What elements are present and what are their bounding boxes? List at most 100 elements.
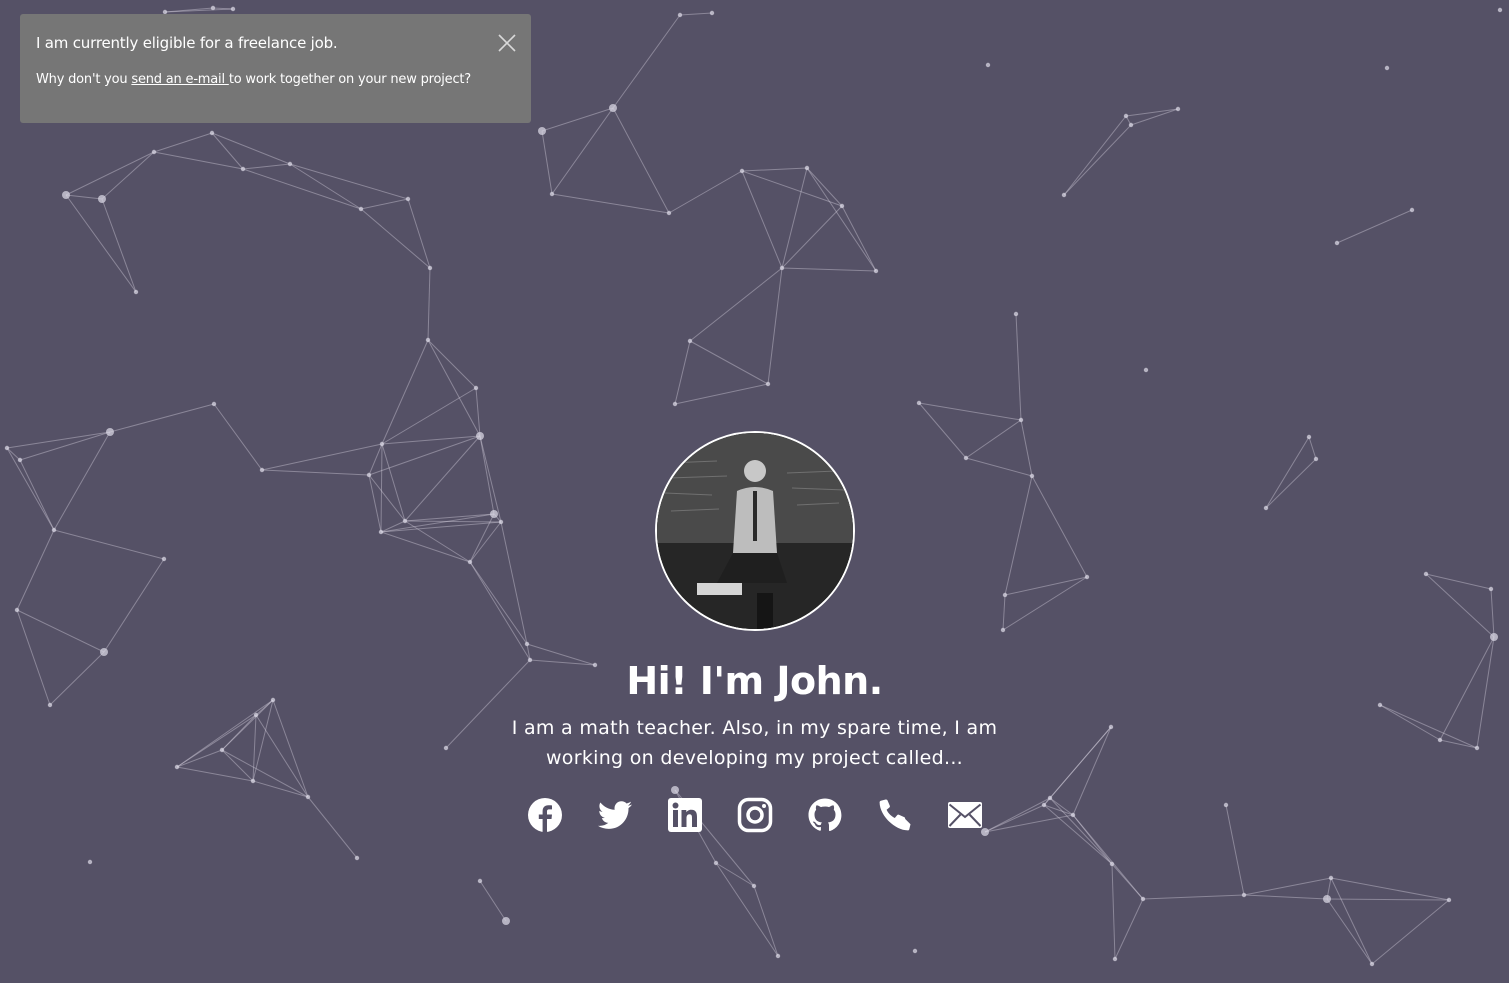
network-link — [360, 198, 409, 210]
network-node — [1369, 961, 1375, 967]
network-link — [289, 163, 409, 200]
network-link — [668, 170, 743, 214]
network-link — [1142, 894, 1245, 900]
network-node — [912, 948, 918, 954]
network-link — [753, 885, 779, 957]
close-icon[interactable] — [497, 33, 517, 53]
network-link — [65, 194, 137, 293]
network-link — [65, 151, 155, 196]
network-link — [1111, 863, 1116, 960]
network-node — [1109, 861, 1115, 867]
network-link — [741, 170, 843, 207]
hero-section: Hi! I'm John. I am a math teacher. Also,… — [0, 431, 1509, 833]
network-node — [287, 161, 293, 167]
network-node — [477, 878, 483, 884]
network-link — [289, 163, 362, 210]
network-node — [765, 381, 771, 387]
network-node — [473, 385, 479, 391]
github-link[interactable] — [807, 797, 843, 833]
email-link[interactable] — [947, 797, 983, 833]
network-node — [230, 6, 236, 12]
freelance-notice: I am currently eligible for a freelance … — [20, 14, 531, 123]
network-node — [609, 104, 617, 112]
network-node — [672, 401, 678, 407]
network-link — [153, 151, 244, 170]
social-links — [0, 797, 1509, 833]
network-node — [427, 265, 433, 271]
network-link — [1125, 108, 1179, 117]
network-node — [211, 401, 217, 407]
phone-link[interactable] — [877, 797, 913, 833]
network-link — [1371, 899, 1450, 965]
network-node — [1334, 240, 1340, 246]
network-node — [354, 855, 360, 861]
network-link — [767, 267, 783, 385]
linkedin-link[interactable] — [667, 797, 703, 833]
network-node — [405, 196, 411, 202]
network-node — [538, 127, 546, 135]
phone-icon — [879, 799, 910, 831]
network-link — [212, 7, 234, 10]
network-node — [1409, 207, 1415, 213]
network-node — [916, 400, 922, 406]
network-node — [739, 168, 745, 174]
network-link — [427, 339, 481, 437]
network-node — [210, 5, 216, 11]
network-node — [1013, 311, 1019, 317]
network-node — [133, 289, 139, 295]
network-link — [741, 167, 808, 172]
network-node — [502, 917, 510, 925]
network-link — [1330, 877, 1450, 901]
network-link — [1243, 894, 1328, 900]
network-link — [1336, 209, 1413, 244]
send-email-link[interactable]: send an e-mail — [131, 72, 228, 87]
network-link — [381, 339, 429, 445]
envelope-icon — [947, 802, 982, 828]
network-node — [1123, 113, 1129, 119]
network-node — [1140, 896, 1146, 902]
facebook-link[interactable] — [527, 797, 563, 833]
network-node — [1018, 417, 1024, 423]
network-link — [1326, 898, 1373, 965]
network-node — [1241, 892, 1247, 898]
twitter-icon — [597, 801, 632, 829]
network-link — [781, 167, 808, 269]
network-link — [109, 403, 215, 433]
network-link — [1243, 877, 1332, 896]
network-link — [806, 167, 877, 272]
network-link — [101, 151, 155, 200]
network-node — [1112, 956, 1118, 962]
network-node — [677, 12, 683, 18]
network-node — [151, 149, 157, 155]
network-link — [715, 862, 755, 887]
instagram-link[interactable] — [737, 797, 773, 833]
network-node — [1446, 897, 1452, 903]
network-node — [804, 165, 810, 171]
network-link — [1130, 108, 1179, 126]
network-link — [689, 340, 769, 385]
github-icon — [808, 798, 841, 832]
network-node — [1143, 367, 1149, 373]
network-link — [211, 132, 291, 165]
network-link — [679, 12, 713, 16]
network-link — [427, 339, 477, 389]
network-node — [985, 62, 991, 68]
network-link — [841, 205, 877, 272]
network-link — [1330, 877, 1373, 965]
twitter-link[interactable] — [597, 797, 633, 833]
network-node — [1497, 7, 1503, 13]
network-node — [62, 191, 70, 199]
facebook-icon — [527, 798, 562, 832]
network-node — [240, 166, 246, 172]
linkedin-icon — [667, 798, 702, 832]
network-node — [425, 337, 431, 343]
network-link — [1063, 124, 1132, 196]
network-node — [209, 130, 215, 136]
network-link — [541, 130, 553, 195]
network-node — [358, 206, 364, 212]
notice-body-suffix: to work together on your new project? — [228, 72, 472, 87]
network-link — [242, 168, 362, 210]
network-node — [713, 860, 719, 866]
network-node — [873, 268, 879, 274]
network-link — [153, 132, 213, 153]
